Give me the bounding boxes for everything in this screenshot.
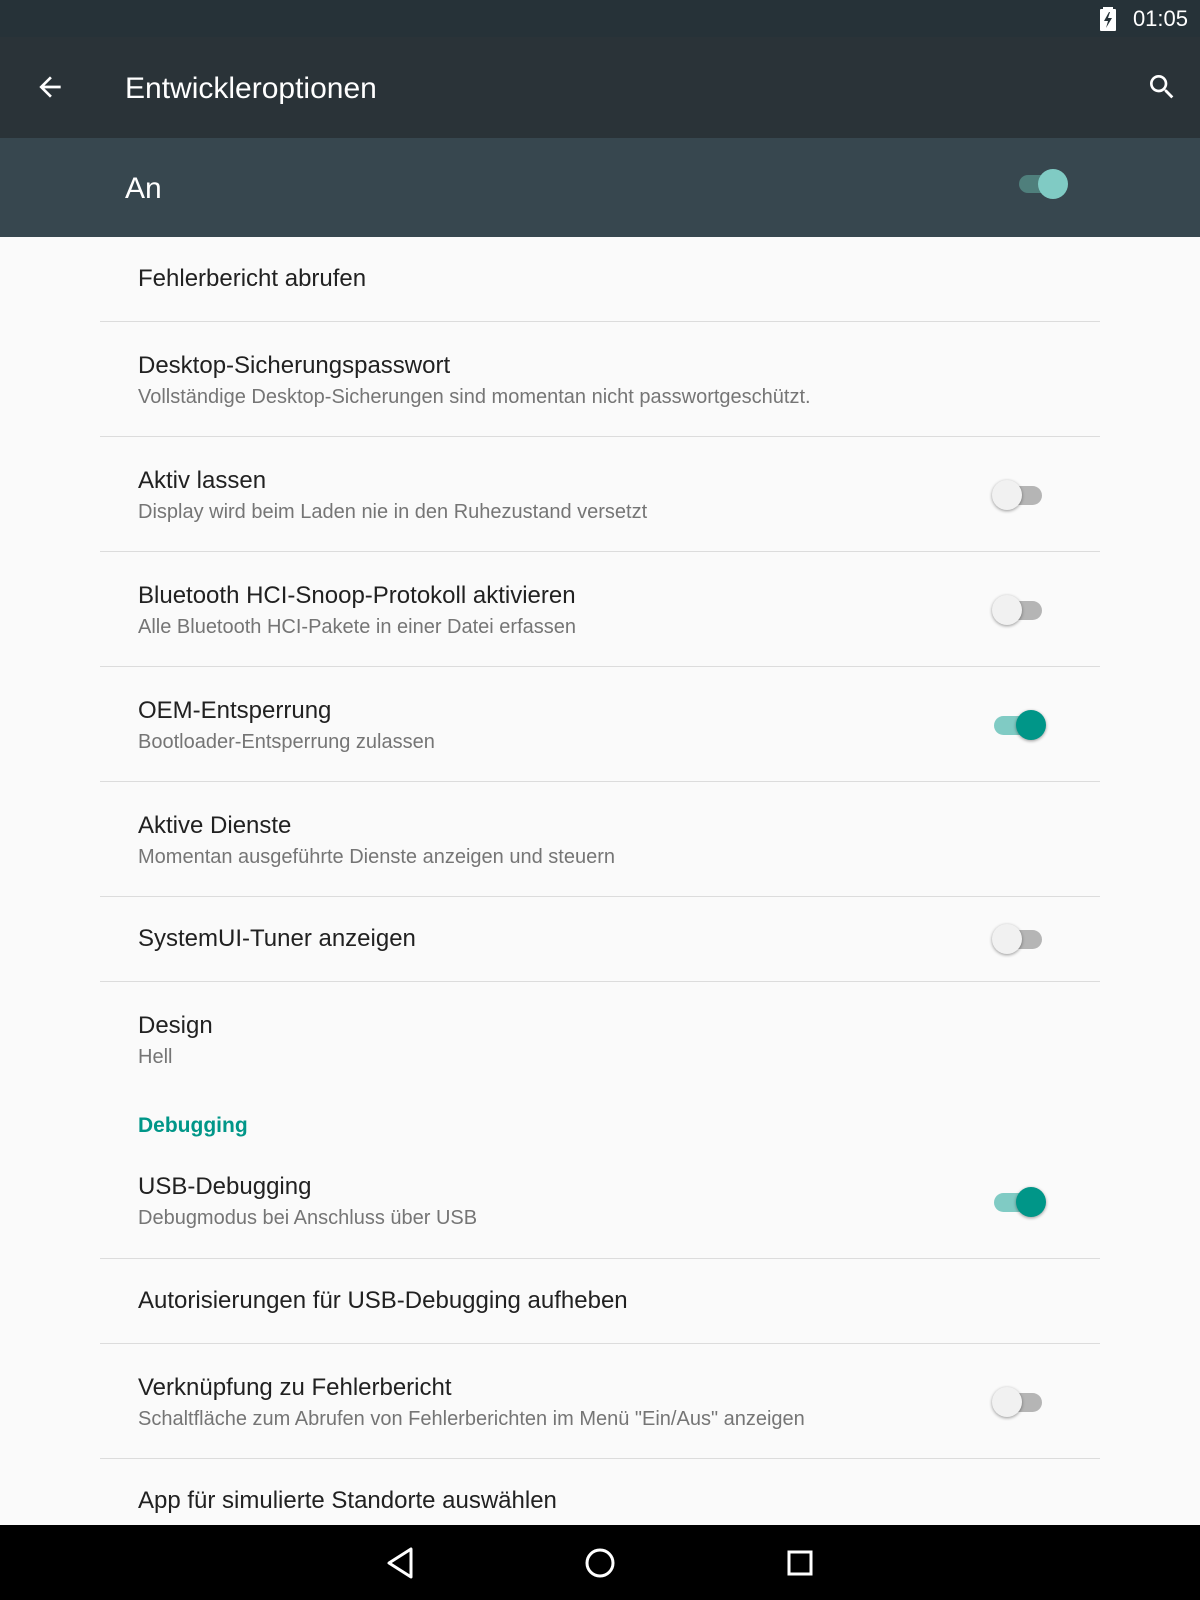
- status-bar: 01:05: [0, 0, 1200, 37]
- nav-recents-icon[interactable]: [780, 1543, 820, 1583]
- status-time: 01:05: [1132, 6, 1188, 31]
- item-title: Desktop-Sicherungspasswort: [138, 352, 451, 379]
- nav-home-icon[interactable]: [580, 1543, 620, 1583]
- list-item[interactable]: Bluetooth HCI-Snoop-Protokoll aktivieren…: [100, 552, 1100, 667]
- master-switch-bar[interactable]: An: [0, 138, 1200, 237]
- item-title: Verknüpfung zu Fehlerbericht: [138, 1374, 452, 1401]
- list-item[interactable]: Autorisierungen für USB-Debugging aufheb…: [100, 1259, 1100, 1344]
- item-summary: Hell: [138, 1046, 173, 1068]
- settings-list: Fehlerbericht abrufen Desktop-Sicherungs…: [0, 237, 1200, 1525]
- item-title: Autorisierungen für USB-Debugging aufheb…: [138, 1287, 628, 1314]
- toggle-switch[interactable]: [992, 475, 1050, 515]
- list-item[interactable]: Design Hell: [100, 982, 1100, 1097]
- page-title: Entwickleroptionen: [125, 72, 377, 105]
- list-item[interactable]: Desktop-Sicherungspasswort Vollständige …: [100, 322, 1100, 437]
- category-title: Debugging: [138, 1114, 248, 1137]
- item-title: USB-Debugging: [138, 1173, 312, 1200]
- item-summary: Momentan ausgeführte Dienste anzeigen un…: [138, 846, 615, 868]
- item-summary: Bootloader-Entsperrung zulassen: [138, 731, 435, 753]
- toggle-switch[interactable]: [992, 1182, 1050, 1222]
- battery-charging-icon: [1100, 7, 1116, 31]
- master-switch-label: An: [125, 172, 162, 205]
- list-item[interactable]: USB-Debugging Debugmodus bei Anschluss ü…: [100, 1154, 1100, 1259]
- list-item[interactable]: Aktive Dienste Momentan ausgeführte Dien…: [100, 782, 1100, 897]
- toggle-switch[interactable]: [992, 1382, 1050, 1422]
- master-toggle[interactable]: [1015, 165, 1075, 205]
- list-item[interactable]: Fehlerbericht abrufen: [100, 237, 1100, 322]
- list-item[interactable]: Verknüpfung zu Fehlerbericht Schaltfläch…: [100, 1344, 1100, 1459]
- item-summary: Display wird beim Laden nie in den Ruhez…: [138, 501, 648, 523]
- item-summary: Schaltfläche zum Abrufen von Fehlerberic…: [138, 1408, 805, 1430]
- category-header: Debugging: [100, 1097, 1100, 1154]
- app-toolbar: Entwickleroptionen: [0, 37, 1200, 138]
- item-title: Bluetooth HCI-Snoop-Protokoll aktivieren: [138, 582, 576, 609]
- item-title: Aktiv lassen: [138, 467, 267, 494]
- item-title: Fehlerbericht abrufen: [138, 265, 367, 292]
- toggle-switch[interactable]: [992, 590, 1050, 630]
- item-title: App für simulierte Standorte auswählen: [138, 1487, 557, 1514]
- list-item[interactable]: App für simulierte Standorte auswählen: [100, 1459, 1100, 1525]
- item-title: Design: [138, 1012, 213, 1039]
- toggle-switch[interactable]: [992, 919, 1050, 959]
- nav-back-icon[interactable]: [381, 1543, 421, 1583]
- list-item[interactable]: OEM-Entsperrung Bootloader-Entsperrung z…: [100, 667, 1100, 782]
- item-summary: Vollständige Desktop-Sicherungen sind mo…: [138, 386, 811, 408]
- search-icon[interactable]: [1146, 71, 1178, 103]
- item-summary: Debugmodus bei Anschluss über USB: [138, 1207, 478, 1229]
- list-item[interactable]: Aktiv lassen Display wird beim Laden nie…: [100, 437, 1100, 552]
- item-title: OEM-Entsperrung: [138, 697, 332, 724]
- arrow-back-icon[interactable]: [34, 71, 66, 103]
- item-title: Aktive Dienste: [138, 812, 292, 839]
- list-item[interactable]: SystemUI-Tuner anzeigen: [100, 897, 1100, 982]
- item-title: SystemUI-Tuner anzeigen: [138, 925, 416, 952]
- toggle-switch[interactable]: [992, 705, 1050, 745]
- item-summary: Alle Bluetooth HCI-Pakete in einer Datei…: [138, 616, 577, 638]
- navigation-bar: [0, 1525, 1200, 1600]
